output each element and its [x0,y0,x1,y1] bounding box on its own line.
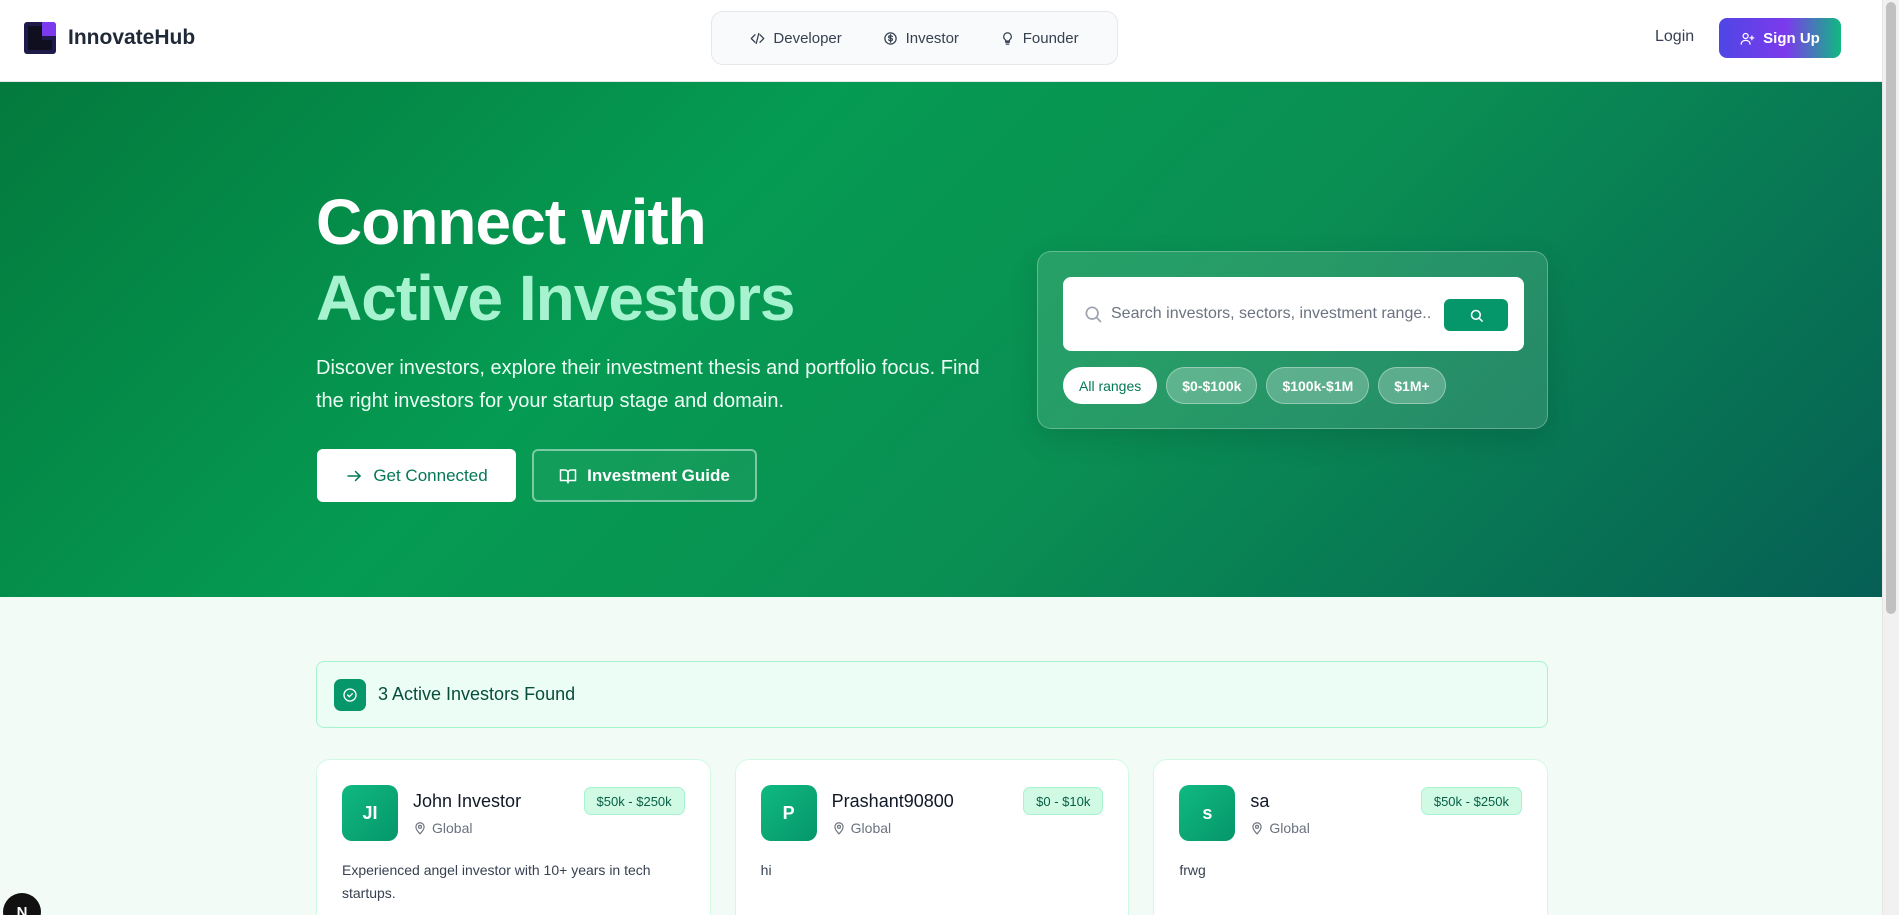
investor-name: John Investor [413,791,522,811]
nav-investor[interactable]: Investor [883,30,959,47]
avatar: JI [342,785,398,841]
role-nav: Developer Investor Founder [711,11,1118,65]
book-open-icon [559,468,577,483]
investor-card[interactable]: JI John Investor Global $50k - $250k Exp… [316,759,711,915]
search-icon [1470,309,1483,322]
hero-title: Connect with Active Investors [316,184,795,336]
avatar: P [760,785,817,841]
investor-description: hi [760,862,772,878]
range-chip-0-100k[interactable]: $0-$100k [1166,367,1258,404]
range-chip-all[interactable]: All ranges [1063,367,1158,404]
investor-location: Global [832,820,891,836]
search-panel: All ranges $0-$100k $100k-$1M $1M+ [1037,251,1548,429]
investor-location-text: Global [432,820,473,836]
search-input[interactable] [1111,295,1431,333]
search-icon [1085,306,1102,323]
investor-location-text: Global [1269,820,1310,836]
investment-guide-label: Investment Guide [587,465,730,485]
investment-range-badge: $50k - $250k [583,787,685,815]
range-filters: All ranges $0-$100k $100k-$1M $1M+ [1063,367,1446,404]
signup-button[interactable]: Sign Up [1719,18,1841,58]
brand-name: InnovateHub [68,26,196,49]
investor-description: Experienced angel investor with 10+ year… [342,862,651,901]
lightbulb-icon [1002,31,1012,45]
results-summary: 3 Active Investors Found [316,661,1548,728]
hero-subtitle: Discover investors, explore their invest… [316,357,980,412]
get-connected-label: Get Connected [373,465,488,485]
investor-list: JI John Investor Global $50k - $250k Exp… [316,759,1549,915]
investor-name: sa [1250,791,1270,811]
search-button[interactable] [1444,299,1508,331]
map-pin-icon [1252,822,1263,835]
check-circle-icon [334,678,366,711]
signup-label: Sign Up [1763,29,1820,47]
hero-section: Connect with Active Investors Discover i… [0,82,1882,597]
nav-investor-label: Investor [905,29,959,47]
login-link[interactable]: Login [1655,28,1694,46]
range-chip-1m-plus[interactable]: $1M+ [1378,367,1446,404]
nav-founder[interactable]: Founder [1000,30,1079,47]
nav-founder-label: Founder [1022,29,1079,47]
investment-guide-button[interactable]: Investment Guide [532,449,757,502]
map-pin-icon [834,822,844,835]
scrollbar-thumb[interactable] [1886,2,1896,614]
investor-card[interactable]: P Prashant90800 Global $0 - $10k hi [734,759,1130,915]
search-box [1063,277,1524,351]
user-plus-icon [1740,32,1755,45]
investor-card[interactable]: s sa Global $50k - $250k frwg [1153,759,1549,915]
investment-range-badge: $0 - $10k [1023,787,1104,815]
code-icon [751,32,765,44]
arrow-right-icon [347,470,362,481]
investor-location: Global [1250,820,1310,836]
investor-description: frwg [1179,862,1206,878]
investor-location: Global [413,820,472,836]
investment-range-badge: $50k - $250k [1420,787,1523,815]
results-count: 3 Active Investors Found [378,684,576,704]
dev-tools-badge[interactable]: N [3,893,41,915]
investor-name: Prashant90800 [831,791,954,811]
hero-title-line1: Connect with [316,186,707,258]
map-pin-icon [415,822,425,835]
avatar: s [1179,785,1236,841]
hero-title-line2: Active Investors [316,262,795,334]
nav-developer[interactable]: Developer [750,29,842,47]
nav-developer-label: Developer [773,29,842,47]
brand[interactable]: InnovateHub [24,22,195,54]
dollar-circle-icon [883,31,897,45]
top-navbar: InnovateHub Developer Investor Founder L… [0,0,1882,82]
range-chip-100k-1m[interactable]: $100k-$1M [1266,367,1370,404]
investor-location-text: Global [850,820,892,836]
get-connected-button[interactable]: Get Connected [317,449,516,502]
page-scrollbar[interactable] [1882,0,1899,915]
brand-logo [24,22,56,54]
